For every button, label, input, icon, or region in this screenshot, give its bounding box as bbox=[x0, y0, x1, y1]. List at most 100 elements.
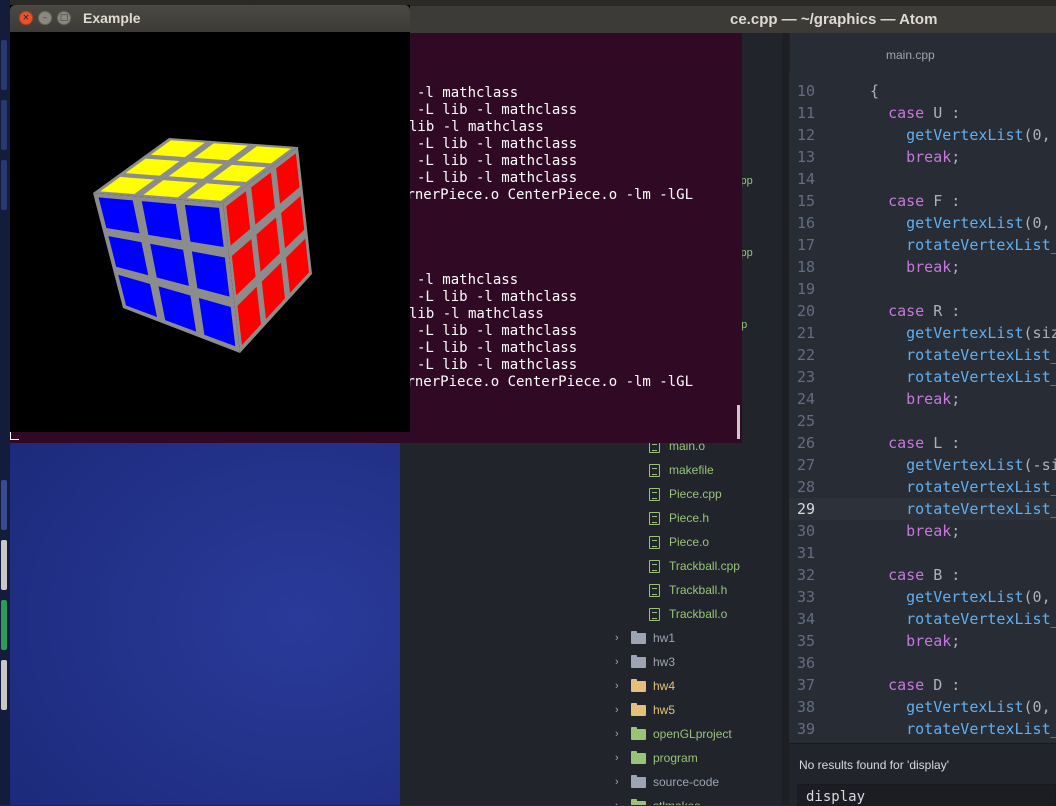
code-line[interactable]: 30 break; bbox=[789, 520, 1056, 542]
code-text: getVertexList(-si bbox=[906, 456, 1056, 474]
code-line[interactable]: 16 getVertexList(0, bbox=[789, 212, 1056, 234]
line-number: 35 bbox=[796, 632, 815, 650]
folder-icon bbox=[631, 702, 646, 716]
minimize-button[interactable]: – bbox=[38, 11, 52, 25]
launcher-item[interactable] bbox=[1, 40, 7, 90]
terminal-scrollbar[interactable] bbox=[737, 405, 740, 439]
code-line[interactable]: 28 rotateVertexList_ bbox=[789, 476, 1056, 498]
launcher-item[interactable] bbox=[1, 160, 7, 210]
terminal-line: -L lib -l mathclass bbox=[417, 102, 578, 118]
code-line[interactable]: 15 case F : bbox=[789, 190, 1056, 212]
chevron-right-icon[interactable]: › bbox=[615, 776, 631, 788]
launcher-item[interactable] bbox=[1, 100, 7, 150]
code-text: case U : bbox=[888, 104, 961, 122]
chevron-right-icon[interactable]: › bbox=[615, 704, 631, 716]
code-text: case F : bbox=[888, 192, 961, 210]
tree-file-item[interactable]: Trackball.cpp bbox=[649, 554, 740, 578]
tree-folder-item[interactable]: › hw1 bbox=[615, 626, 675, 650]
tree-file-item[interactable]: makefile bbox=[649, 458, 714, 482]
code-line[interactable]: 32 case B : bbox=[789, 564, 1056, 586]
example-titlebar[interactable]: × – □ Example bbox=[10, 5, 410, 32]
code-line[interactable]: 23 rotateVertexList_ bbox=[789, 366, 1056, 388]
line-number: 14 bbox=[796, 170, 815, 188]
find-input[interactable]: display bbox=[797, 784, 1056, 806]
code-text: case D : bbox=[888, 676, 961, 694]
terminal-line: -l mathclass bbox=[417, 272, 519, 288]
line-number: 19 bbox=[796, 280, 815, 298]
code-line[interactable]: 33 getVertexList(0, bbox=[789, 586, 1056, 608]
tree-folder-item[interactable]: › source-code bbox=[615, 770, 719, 794]
tree-file-item[interactable]: Piece.cpp bbox=[649, 482, 722, 506]
tab-main-cpp[interactable]: main.cpp bbox=[790, 33, 1056, 73]
chevron-right-icon[interactable]: › bbox=[615, 800, 631, 805]
line-number: 21 bbox=[796, 324, 815, 342]
code-text: { bbox=[870, 82, 880, 100]
code-line[interactable]: 39 rotateVertexList_ bbox=[789, 718, 1056, 740]
file-icon bbox=[649, 487, 660, 501]
launcher-item[interactable] bbox=[1, 540, 7, 590]
launcher-item[interactable] bbox=[1, 660, 7, 710]
code-line[interactable]: 19 bbox=[789, 278, 1056, 300]
code-line[interactable]: 36 bbox=[789, 652, 1056, 674]
chevron-right-icon[interactable]: › bbox=[615, 656, 631, 668]
line-number: 22 bbox=[796, 346, 815, 364]
code-line[interactable]: 26 case L : bbox=[789, 432, 1056, 454]
code-line[interactable]: 17 rotateVertexList_ bbox=[789, 234, 1056, 256]
tree-folder-item[interactable]: › hw5 bbox=[615, 698, 675, 722]
code-line[interactable]: 13 break; bbox=[789, 146, 1056, 168]
code-text: getVertexList(siz bbox=[906, 324, 1056, 342]
code-line[interactable]: 25 bbox=[789, 410, 1056, 432]
code-line[interactable]: 38 getVertexList(0, bbox=[789, 696, 1056, 718]
chevron-right-icon[interactable]: › bbox=[615, 728, 631, 740]
code-line[interactable]: 20 case R : bbox=[789, 300, 1056, 322]
code-line[interactable]: 29 rotateVertexList_ bbox=[789, 498, 1056, 520]
code-text: rotateVertexList_ bbox=[906, 346, 1056, 364]
code-line[interactable]: 24 break; bbox=[789, 388, 1056, 410]
code-line[interactable]: 21 getVertexList(siz bbox=[789, 322, 1056, 344]
tree-folder-item[interactable]: › hw4 bbox=[615, 674, 675, 698]
code-line[interactable]: 18 break; bbox=[789, 256, 1056, 278]
code-line[interactable]: 10 { bbox=[789, 80, 1056, 102]
maximize-button[interactable]: □ bbox=[57, 11, 71, 25]
find-result-message: No results found for 'display' bbox=[799, 758, 949, 772]
opengl-canvas[interactable] bbox=[10, 32, 410, 432]
code-line[interactable]: 12 getVertexList(0, bbox=[789, 124, 1056, 146]
code-line[interactable]: 14 bbox=[789, 168, 1056, 190]
terminal-line: -L lib -l mathclass bbox=[417, 153, 578, 169]
tree-file-item[interactable]: Trackball.o bbox=[649, 602, 727, 626]
line-number: 18 bbox=[796, 258, 815, 276]
tree-file-label: makefile bbox=[669, 463, 714, 477]
folder-icon bbox=[631, 726, 646, 740]
tree-folder-item[interactable]: › stlmakes bbox=[615, 794, 700, 805]
launcher-item[interactable] bbox=[1, 600, 7, 650]
line-number: 16 bbox=[796, 214, 815, 232]
tree-folder-label: hw3 bbox=[653, 655, 676, 669]
tree-folder-item[interactable]: › openGLproject bbox=[615, 722, 732, 746]
close-button[interactable]: × bbox=[19, 11, 33, 25]
code-line[interactable]: 27 getVertexList(-si bbox=[789, 454, 1056, 476]
tree-folder-item[interactable]: › hw3 bbox=[615, 650, 675, 674]
chevron-right-icon[interactable]: › bbox=[615, 632, 631, 644]
tree-folder-item[interactable]: › program bbox=[615, 746, 698, 770]
code-line[interactable]: 35 break; bbox=[789, 630, 1056, 652]
panel-divider[interactable] bbox=[782, 33, 789, 805]
code-line[interactable]: 37 case D : bbox=[789, 674, 1056, 696]
file-icon bbox=[649, 511, 660, 525]
tree-file-item[interactable]: Piece.h bbox=[649, 506, 709, 530]
tree-file-item[interactable]: Trackball.h bbox=[649, 578, 727, 602]
code-text: rotateVertexList_ bbox=[906, 720, 1056, 738]
resize-corner-icon[interactable] bbox=[10, 431, 19, 440]
code-line[interactable]: 22 rotateVertexList_ bbox=[789, 344, 1056, 366]
chevron-right-icon[interactable]: › bbox=[615, 680, 631, 692]
atom-window-title: ce.cpp — ~/graphics — Atom bbox=[730, 11, 938, 28]
code-line[interactable]: 11 case U : bbox=[789, 102, 1056, 124]
tree-file-label: Piece.cpp bbox=[669, 487, 722, 501]
chevron-right-icon[interactable]: › bbox=[615, 752, 631, 764]
code-text: getVertexList(0, bbox=[906, 126, 1051, 144]
tree-file-item[interactable]: Piece.o bbox=[649, 530, 709, 554]
launcher-item[interactable] bbox=[1, 480, 7, 530]
code-line[interactable]: 34 rotateVertexList_ bbox=[789, 608, 1056, 630]
code-editor[interactable]: 10{11 case U :12 getVertexList(0, 13 brea… bbox=[789, 73, 1056, 743]
code-line[interactable]: 31 bbox=[789, 542, 1056, 564]
line-number: 13 bbox=[796, 148, 815, 166]
